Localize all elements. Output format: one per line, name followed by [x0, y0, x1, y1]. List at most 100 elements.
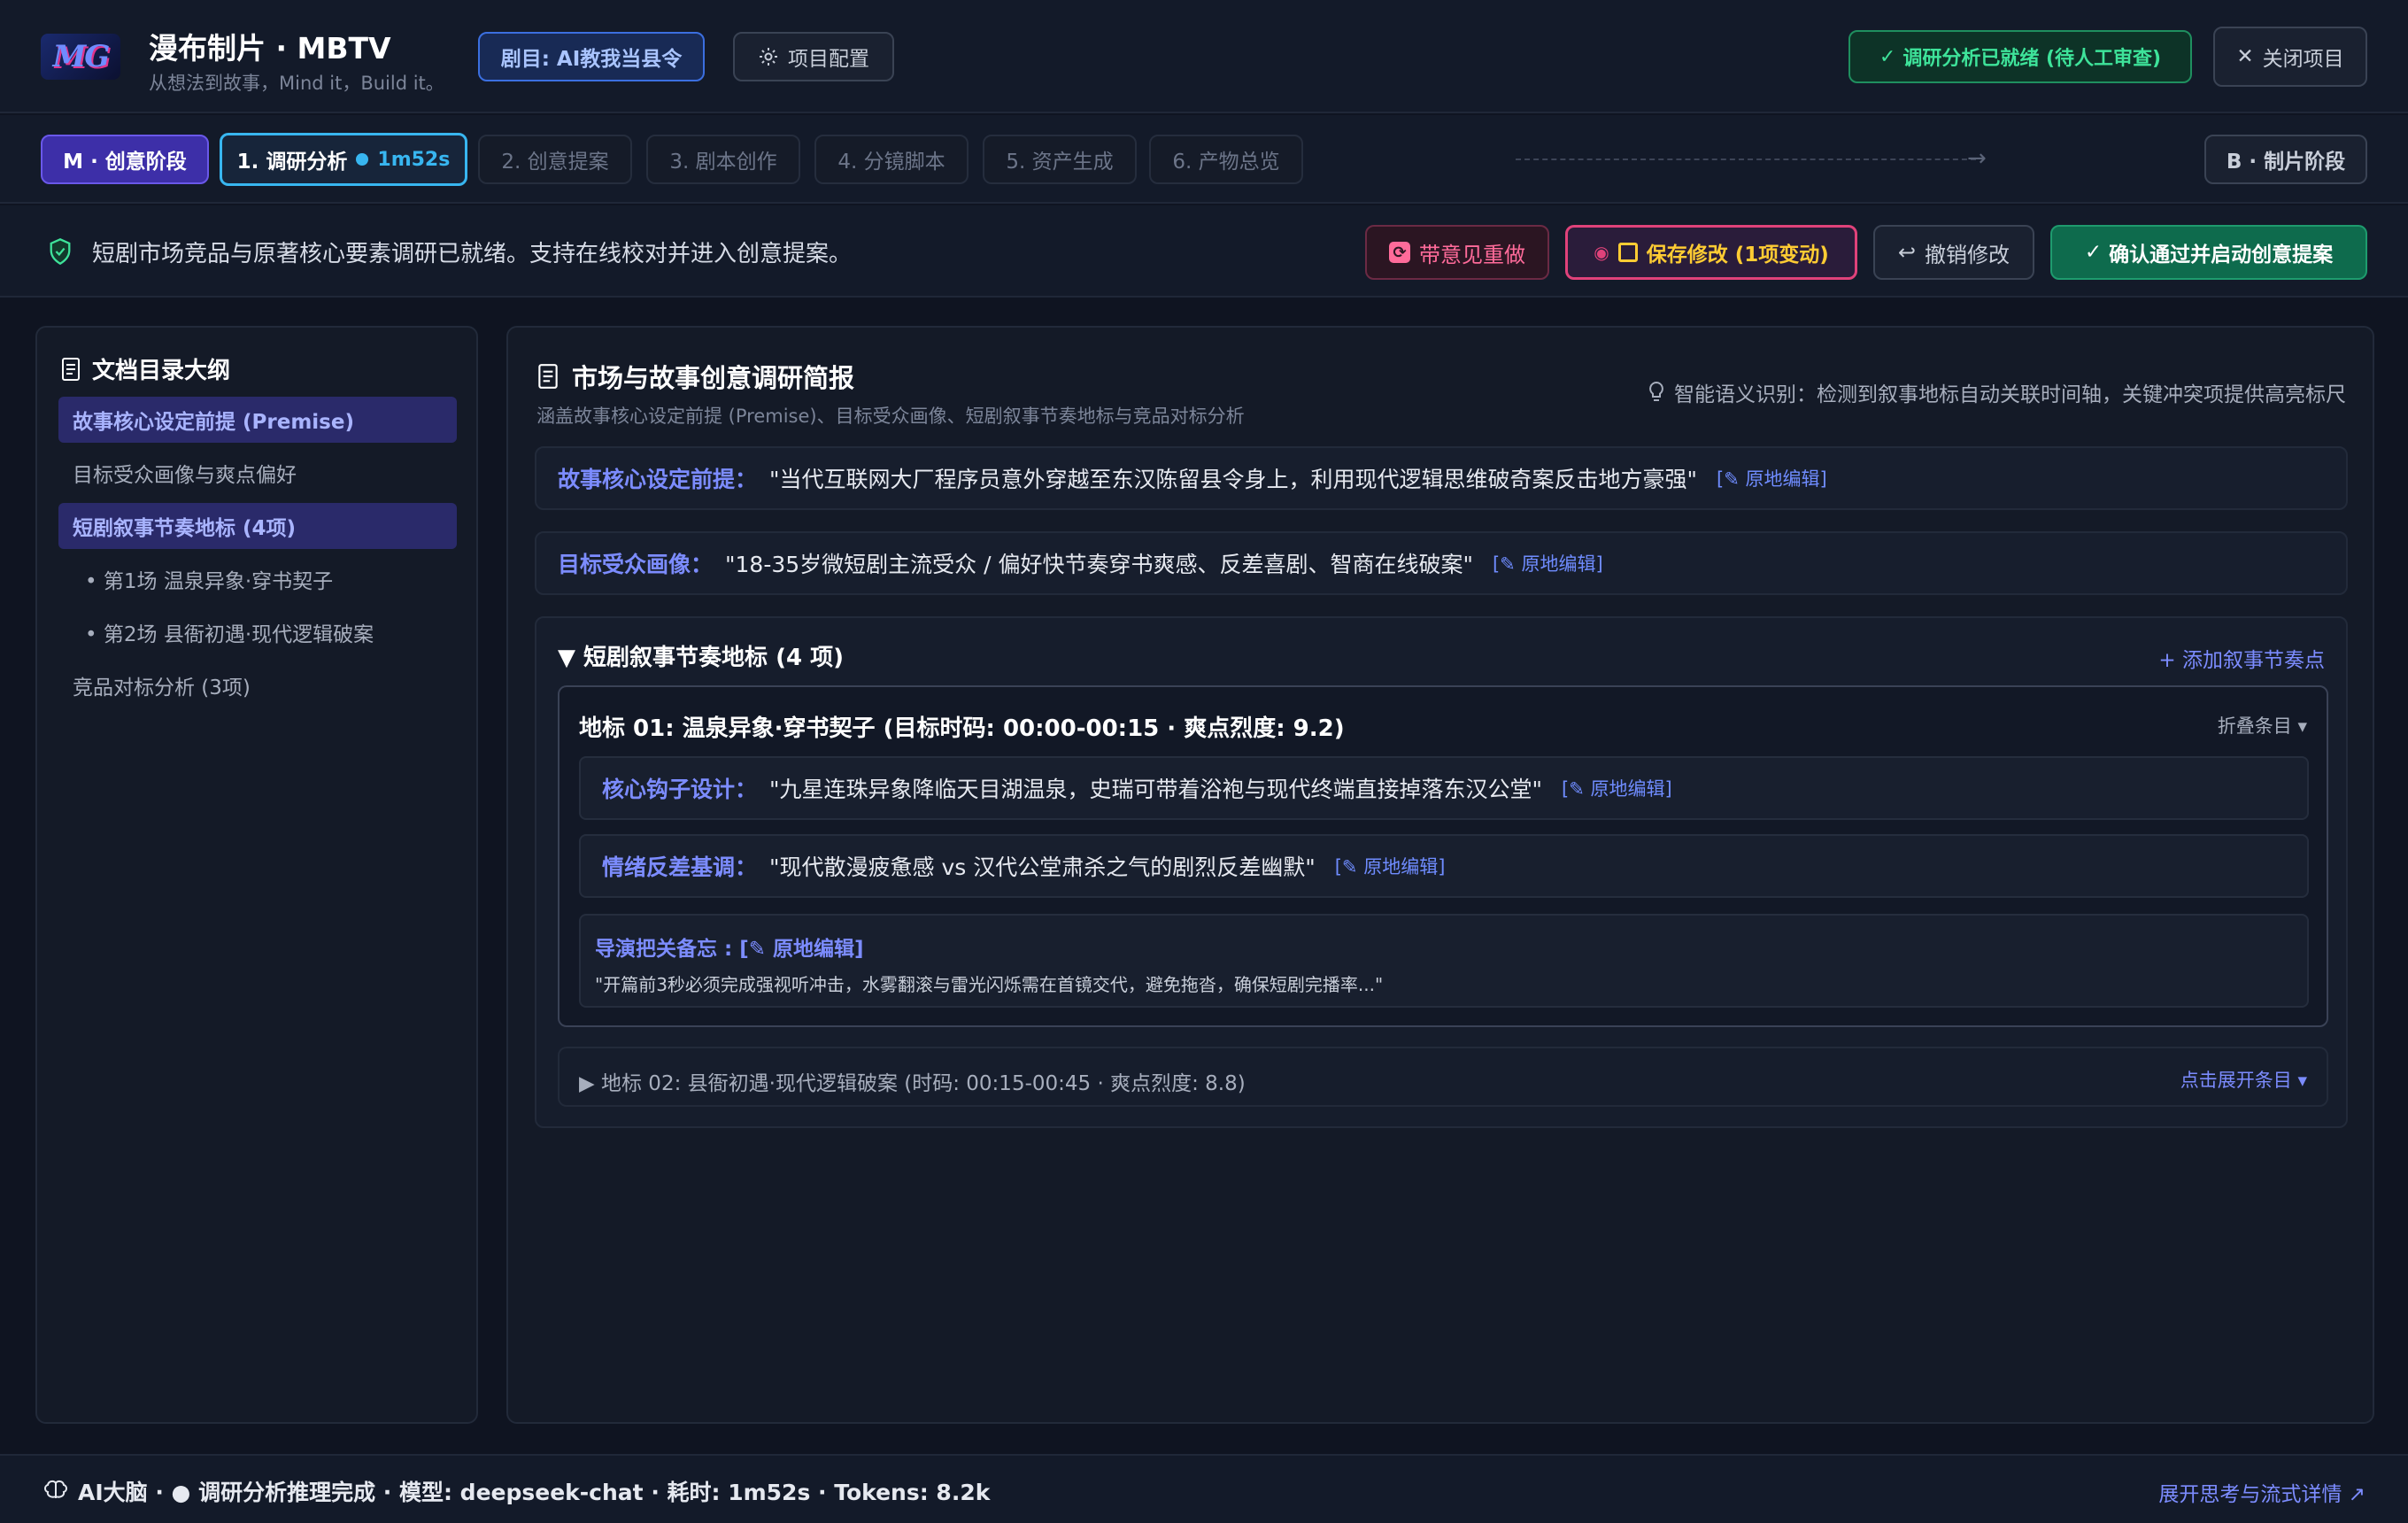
- brain-icon: [44, 1480, 67, 1498]
- step-label: 5. 资产生成: [1006, 151, 1114, 174]
- app-logo: MG: [41, 34, 120, 80]
- step-output-overview[interactable]: 6. 产物总览: [1149, 135, 1303, 184]
- step-label: 1. 调研分析: [236, 151, 348, 174]
- status-dot-icon: [356, 153, 369, 166]
- project-config-button[interactable]: 项目配置: [733, 32, 894, 81]
- sidebar-item-scene-1[interactable]: • 第1场 温泉异象·穿书契子: [58, 556, 457, 602]
- m-stage-badge[interactable]: M · 创意阶段: [41, 135, 209, 184]
- confirm-and-start-button[interactable]: ✓ 确认通过并启动创意提案: [2050, 225, 2367, 280]
- step-storyboard[interactable]: 4. 分镜脚本: [814, 135, 969, 184]
- premise-field: 故事核心设定前提： "当代互联网大厂程序员意外穿越至东汉陈留县令身上，利用现代逻…: [535, 446, 2348, 510]
- step-research-analysis[interactable]: 1. 调研分析 1m52s: [220, 133, 467, 186]
- gear-icon: [760, 48, 777, 66]
- sidebar-item-competitors[interactable]: 竞品对标分析 (3项): [58, 662, 457, 708]
- document-icon: [538, 364, 558, 389]
- beat-card-02[interactable]: ▶ 地标 02: 县衙初遇·现代逻辑破案 (时码: 00:15-00:45 · …: [558, 1047, 2328, 1107]
- close-icon: ✕: [2236, 45, 2254, 68]
- sidebar-item-premise[interactable]: 故事核心设定前提 (Premise): [58, 397, 457, 443]
- undo-label: 撤销修改: [1925, 242, 2011, 267]
- collapse-item-button[interactable]: 折叠条目 ▾: [2218, 712, 2307, 738]
- premise-label: 故事核心设定前提：: [558, 467, 758, 492]
- inline-edit-button[interactable]: [✎ 原地编辑]: [1493, 550, 1603, 576]
- step-script-writing[interactable]: 3. 剧本创作: [646, 135, 800, 184]
- step-label: 4. 分镜脚本: [837, 151, 945, 174]
- ai-status: AI大脑 · ● 调研分析推理完成 · 模型: deepseek-chat · …: [42, 1475, 990, 1507]
- sidebar-item-audience[interactable]: 目标受众画像与爽点偏好: [58, 450, 457, 496]
- director-memo-title[interactable]: 导演把关备忘 : [✎ 原地编辑]: [595, 932, 864, 962]
- main-title: 市场与故事创意调研简报: [536, 358, 854, 395]
- hook-value: "九星连珠异象降临天目湖温泉，史瑞可带着浴袍与现代终端直接掉落东汉公堂": [769, 777, 1543, 802]
- notice-text: 短剧市场竞品与原著核心要素调研已就绪。支持在线校对并进入创意提案。: [92, 241, 853, 267]
- sidebar-title-text: 文档目录大纲: [92, 358, 231, 384]
- ai-semantic-hint: 智能语义识别：检测到叙事地标自动关联时间轴，关键冲突项提供高亮标尺: [1648, 377, 2346, 407]
- ai-status-text: AI大脑 · ● 调研分析推理完成 · 模型: deepseek-chat · …: [78, 1480, 991, 1505]
- add-beat-button[interactable]: + 添加叙事节奏点: [2158, 643, 2325, 673]
- inline-edit-button[interactable]: [✎ 原地编辑]: [1717, 465, 1827, 491]
- save-changes-button[interactable]: ◉ 保存修改 (1项变动): [1565, 225, 1857, 280]
- main-subtitle: 涵盖故事核心设定前提 (Premise)、目标受众画像、短剧叙事节奏地标与竞品对…: [536, 406, 1245, 427]
- step-label: 2. 创意提案: [501, 151, 609, 174]
- audience-label: 目标受众画像：: [558, 552, 714, 577]
- undo-changes-button[interactable]: ↩ 撤销修改: [1873, 225, 2034, 280]
- app-header: MG 漫布制片 · MBTV 从想法到故事，Mind it，Build it。 …: [0, 0, 2408, 113]
- close-project-label: 关闭项目: [2262, 48, 2344, 71]
- expand-thinking-link[interactable]: 展开思考与流式详情 ↗: [2158, 1477, 2366, 1507]
- confirm-label: 确认通过并启动创意提案: [2109, 244, 2334, 267]
- sidebar-item-beats[interactable]: 短剧叙事节奏地标 (4项): [58, 503, 457, 549]
- lightbulb-icon: [1649, 381, 1663, 401]
- refresh-icon: ⟳: [1389, 242, 1410, 263]
- shield-icon: [50, 238, 71, 266]
- contrast-value: "现代散漫疲惫感 vs 汉代公堂肃杀之气的剧烈反差幽默": [769, 854, 1316, 880]
- sidebar-item-scene-2[interactable]: • 第2场 县衙初遇·现代逻辑破案: [58, 609, 457, 655]
- redo-label: 带意见重做: [1419, 242, 1525, 267]
- audience-field: 目标受众画像： "18-35岁微短剧主流受众 / 偏好快节奏穿书爽感、反差喜剧、…: [535, 531, 2348, 595]
- beat-02-title: ▶ 地标 02: 县衙初遇·现代逻辑破案 (时码: 00:15-00:45 · …: [579, 1072, 1246, 1095]
- step-label: 3. 剧本创作: [669, 151, 777, 174]
- step-asset-generation[interactable]: 5. 资产生成: [983, 135, 1137, 184]
- notice-bar: 短剧市场竞品与原著核心要素调研已就绪。支持在线校对并进入创意提案。 ⟳ 带意见重…: [0, 205, 2408, 298]
- save-icon: [1617, 243, 1638, 262]
- outline-sidebar: 文档目录大纲 故事核心设定前提 (Premise) 目标受众画像与爽点偏好 短剧…: [35, 326, 478, 1424]
- main-panel: 市场与故事创意调研简报 涵盖故事核心设定前提 (Premise)、目标受众画像、…: [506, 326, 2374, 1424]
- app-subtitle: 从想法到故事，Mind it，Build it。: [149, 73, 444, 94]
- save-label: 保存修改 (1项变动): [1646, 244, 1829, 267]
- director-memo-text: "开篇前3秒必须完成强视听冲击，水雾翻滚与雷光闪烁需在首镜交代，避免拖沓，确保短…: [595, 974, 1384, 995]
- narrative-beats-section: ▼ 短剧叙事节奏地标 (4 项) + 添加叙事节奏点 地标 01: 温泉异象·穿…: [535, 616, 2348, 1128]
- step-label: 6. 产物总览: [1172, 151, 1280, 174]
- step-timer: 1m52s: [377, 148, 451, 171]
- m-stage-label: M · 创意阶段: [63, 151, 187, 174]
- research-ready-badge: ✓ 调研分析已就绪 (待人工审查): [1848, 30, 2192, 83]
- director-memo: 导演把关备忘 : [✎ 原地编辑] "开篇前3秒必须完成强视听冲击，水雾翻滚与雷…: [579, 914, 2309, 1008]
- arrow-right-icon: →: [1967, 145, 1987, 172]
- beats-section-title[interactable]: ▼ 短剧叙事节奏地标 (4 项): [558, 639, 844, 672]
- sidebar-title: 文档目录大纲: [60, 352, 230, 385]
- emotion-contrast-field: 情绪反差基调： "现代散漫疲惫感 vs 汉代公堂肃杀之气的剧烈反差幽默" [✎ …: [579, 834, 2309, 898]
- stage-bar: M · 创意阶段 1. 调研分析 1m52s 2. 创意提案 3. 剧本创作 4…: [0, 115, 2408, 204]
- step-creative-proposal[interactable]: 2. 创意提案: [478, 135, 632, 184]
- project-badge-label: 剧目: AI教我当县令: [500, 48, 683, 71]
- project-config-label: 项目配置: [788, 48, 869, 71]
- status-footer: AI大脑 · ● 调研分析推理完成 · 模型: deepseek-chat · …: [0, 1454, 2408, 1523]
- stage-connector: [1516, 158, 1976, 160]
- research-ready-label: 调研分析已就绪 (待人工审查): [1902, 48, 2162, 70]
- undo-icon: ↩: [1897, 240, 1917, 265]
- hook-design-field: 核心钩子设计： "九星连珠异象降临天目湖温泉，史瑞可带着浴袍与现代终端直接掉落东…: [579, 756, 2309, 820]
- audience-value: "18-35岁微短剧主流受众 / 偏好快节奏穿书爽感、反差喜剧、智商在线破案": [725, 552, 1473, 577]
- beat-01-title: 地标 01: 温泉异象·穿书契子 (目标时码: 00:00-00:15 · 爽点…: [579, 715, 1345, 742]
- contrast-label: 情绪反差基调：: [602, 854, 758, 880]
- expand-item-button[interactable]: 点击展开条目 ▾: [2180, 1066, 2307, 1093]
- premise-value: "当代互联网大厂程序员意外穿越至东汉陈留县令身上，利用现代逻辑思维破奇案反击地方…: [769, 467, 1698, 492]
- close-project-button[interactable]: ✕ 关闭项目: [2213, 27, 2367, 87]
- hook-label: 核心钩子设计：: [602, 777, 758, 802]
- project-badge[interactable]: 剧目: AI教我当县令: [478, 32, 705, 81]
- ai-hint-text: 智能语义识别：检测到叙事地标自动关联时间轴，关键冲突项提供高亮标尺: [1674, 383, 2346, 406]
- redo-with-feedback-button[interactable]: ⟳ 带意见重做: [1365, 225, 1549, 280]
- document-icon: [62, 357, 80, 381]
- main-title-text: 市场与故事创意调研简报: [572, 363, 855, 393]
- inline-edit-button[interactable]: [✎ 原地编辑]: [1335, 853, 1446, 879]
- sparkle-icon: ◉: [1594, 242, 1609, 263]
- inline-edit-button[interactable]: [✎ 原地编辑]: [1562, 775, 1672, 801]
- check-icon: ✓: [1879, 45, 1896, 68]
- b-stage-badge[interactable]: B · 制片阶段: [2204, 135, 2367, 184]
- b-stage-label: B · 制片阶段: [2226, 151, 2346, 174]
